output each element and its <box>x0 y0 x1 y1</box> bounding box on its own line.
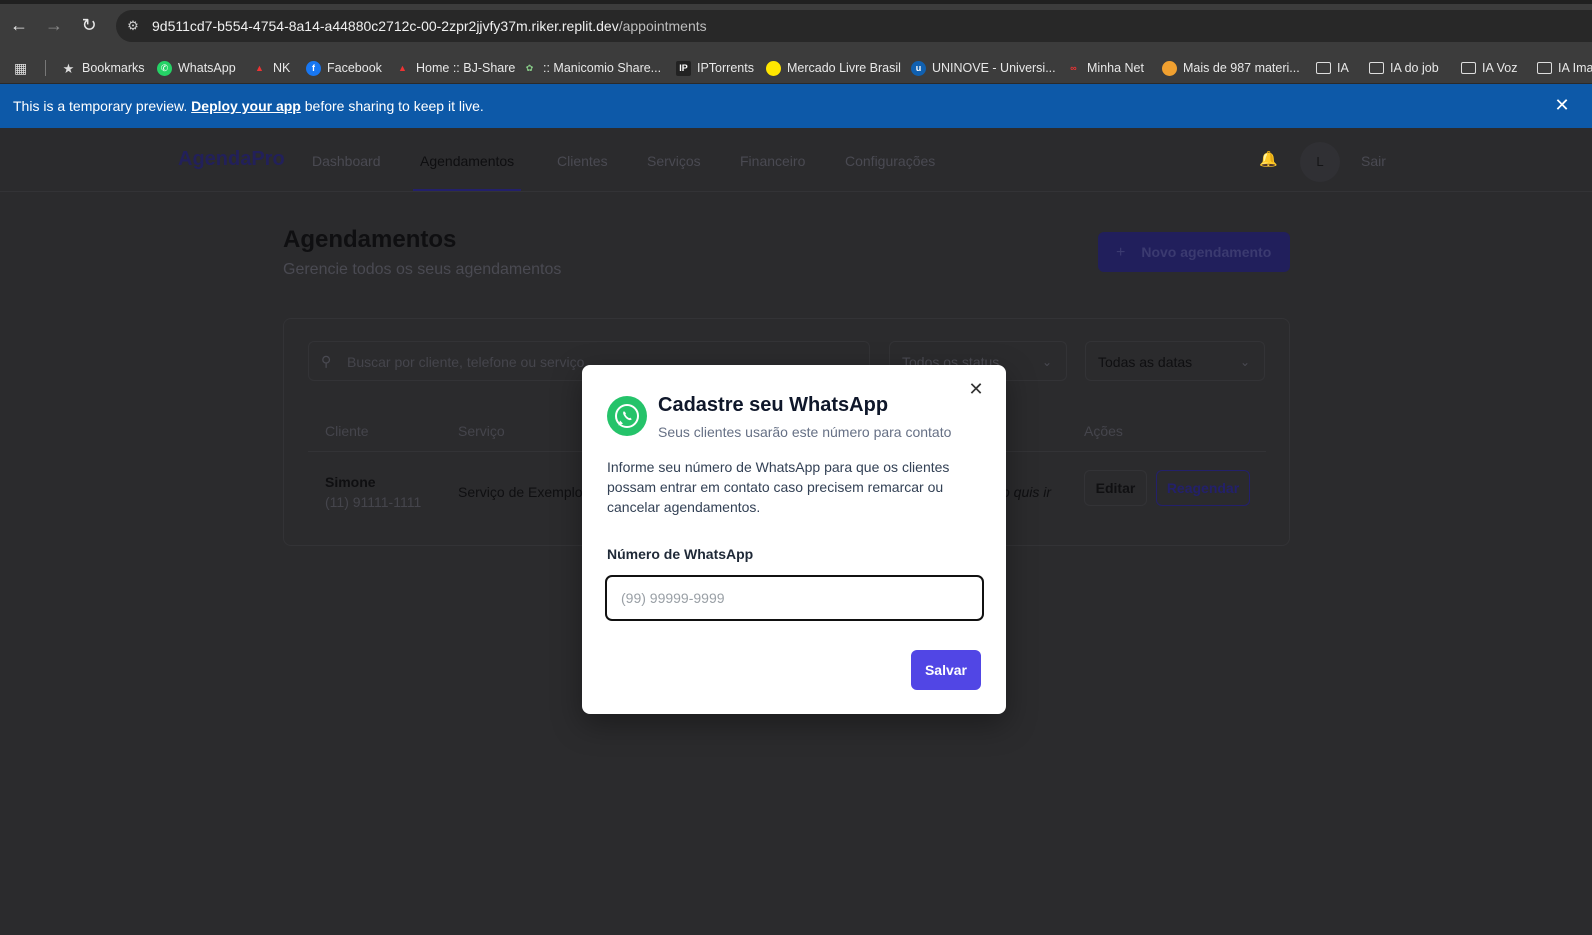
forward-icon[interactable]: → <box>42 13 66 37</box>
bookmark-manicomio[interactable]: ✿:: Manicomio Share... <box>522 59 661 77</box>
preview-banner: This is a temporary preview. Deploy your… <box>0 84 1592 128</box>
bookmark-minhanet[interactable]: ∞ Minha Net <box>1066 59 1144 77</box>
nav-clientes[interactable]: Clientes <box>557 153 608 169</box>
save-button[interactable]: Salvar <box>911 650 981 690</box>
close-icon[interactable]: ✕ <box>1552 95 1572 115</box>
bookmark-materials[interactable]: Mais de 987 materi... <box>1162 59 1300 77</box>
bookmark-bookmarks[interactable]: ★ Bookmarks <box>61 59 145 77</box>
materials-icon <box>1162 60 1177 76</box>
folder-icon <box>1369 62 1384 74</box>
star-icon: ★ <box>62 60 75 76</box>
close-icon[interactable]: ✕ <box>968 380 984 398</box>
bookmark-whatsapp[interactable]: ✆ WhatsApp <box>157 59 236 77</box>
column-header-service: Serviço <box>458 423 505 439</box>
chevron-down-icon: ⌄ <box>1041 355 1052 369</box>
address-bar[interactable]: ⚙ 9d511cd7-b554-4754-8a14-a44880c2712c-0… <box>116 10 1592 42</box>
nav-dashboard[interactable]: Dashboard <box>312 153 381 169</box>
active-nav-indicator <box>413 189 521 191</box>
nk-icon: ▲ <box>255 62 264 73</box>
folder-icon <box>1537 62 1552 74</box>
logout-link[interactable]: Sair <box>1361 153 1386 169</box>
bookmark-iptorrents[interactable]: IP IPTorrents <box>676 59 754 77</box>
url-text: 9d511cd7-b554-4754-8a14-a44880c2712c-00-… <box>152 18 707 34</box>
bookmark-uninove[interactable]: u UNINOVE - Universi... <box>911 59 1056 77</box>
bell-icon[interactable]: 🔔 <box>1259 150 1278 168</box>
search-icon: ⚲ <box>321 353 332 369</box>
whatsapp-icon: ✆ <box>157 60 172 76</box>
minhanet-icon: ∞ <box>1070 62 1077 73</box>
app-header: AgendaPro Dashboard Agendamentos Cliente… <box>0 128 1592 192</box>
client-name: Simone <box>325 474 376 490</box>
site-settings-icon[interactable]: ⚙ <box>124 17 142 35</box>
bookmark-folder-ia-ima[interactable]: IA Ima <box>1537 59 1592 77</box>
bookmark-folder-ia[interactable]: IA <box>1316 59 1349 77</box>
nav-servicos[interactable]: Serviços <box>647 153 701 169</box>
whatsapp-field-label: Número de WhatsApp <box>607 546 754 562</box>
new-appointment-button[interactable]: + Novo agendamento <box>1098 232 1290 272</box>
nav-financeiro[interactable]: Financeiro <box>740 153 805 169</box>
reload-icon[interactable]: ↻ <box>77 13 101 37</box>
chevron-down-icon: ⌄ <box>1239 355 1250 369</box>
whatsapp-modal: Cadastre seu WhatsApp Seus clientes usar… <box>582 365 1006 714</box>
deploy-app-link[interactable]: Deploy your app <box>191 98 301 114</box>
bjshare-icon: ▲ <box>398 62 407 73</box>
whatsapp-icon <box>607 396 647 436</box>
bookmarks-divider <box>45 60 46 76</box>
back-icon[interactable]: ← <box>7 13 31 37</box>
manicomio-icon: ✿ <box>525 62 534 73</box>
folder-icon <box>1461 62 1476 74</box>
bookmarks-bar: ▦ ★ Bookmarks ✆ WhatsApp ▲ NK f Facebook ▲ Ho… <box>0 52 1592 84</box>
plus-icon: + <box>1116 244 1126 261</box>
client-phone: (11) 91111-1111 <box>325 494 422 510</box>
column-header-actions: Ações <box>1084 423 1123 439</box>
whatsapp-number-input[interactable] <box>605 575 984 621</box>
bookmark-nk[interactable]: ▲ NK <box>252 59 290 77</box>
browser-toolbar: ← → ↻ ⚙ 9d511cd7-b554-4754-8a14-a44880c2… <box>0 0 1592 52</box>
mercadolivre-icon <box>766 60 781 76</box>
nav-agendamentos[interactable]: Agendamentos <box>420 153 514 169</box>
facebook-icon: f <box>306 60 321 76</box>
modal-subtitle: Seus clientes usarão este número para co… <box>658 424 952 440</box>
iptorrents-icon: IP <box>676 60 691 76</box>
modal-description: Informe seu número de WhatsApp para que … <box>607 459 950 515</box>
appointment-note: o quis ir <box>1002 484 1052 500</box>
nav-configuracoes[interactable]: Configurações <box>845 153 935 169</box>
page-title: Agendamentos <box>283 226 457 253</box>
uninove-icon: u <box>911 60 926 76</box>
bookmark-bjshare[interactable]: ▲ Home :: BJ-Share <box>395 59 515 77</box>
column-header-client: Cliente <box>325 423 369 439</box>
bookmark-folder-ia-voz[interactable]: IA Voz <box>1461 59 1517 77</box>
banner-message: This is a temporary preview. Deploy your… <box>13 98 484 114</box>
edit-button[interactable]: Editar <box>1084 470 1147 506</box>
page-subtitle: Gerencie todos os seus agendamentos <box>283 261 562 278</box>
folder-icon <box>1316 62 1331 74</box>
modal-title: Cadastre seu WhatsApp <box>658 394 889 416</box>
app-logo[interactable]: AgendaPro <box>178 148 285 171</box>
bookmark-mercadolivre[interactable]: Mercado Livre Brasil <box>766 59 901 77</box>
reschedule-button[interactable]: Reagendar <box>1156 470 1250 506</box>
avatar[interactable]: L <box>1300 142 1340 182</box>
bookmark-folder-ia-do-job[interactable]: IA do job <box>1369 59 1439 77</box>
tab-strip <box>0 0 1592 4</box>
apps-grid-icon[interactable]: ▦ <box>14 60 30 76</box>
date-filter-select[interactable]: Todas as datas ⌄ <box>1085 341 1265 381</box>
bookmark-facebook[interactable]: f Facebook <box>306 59 382 77</box>
service-name: Serviço de Exemplo <box>458 484 583 500</box>
